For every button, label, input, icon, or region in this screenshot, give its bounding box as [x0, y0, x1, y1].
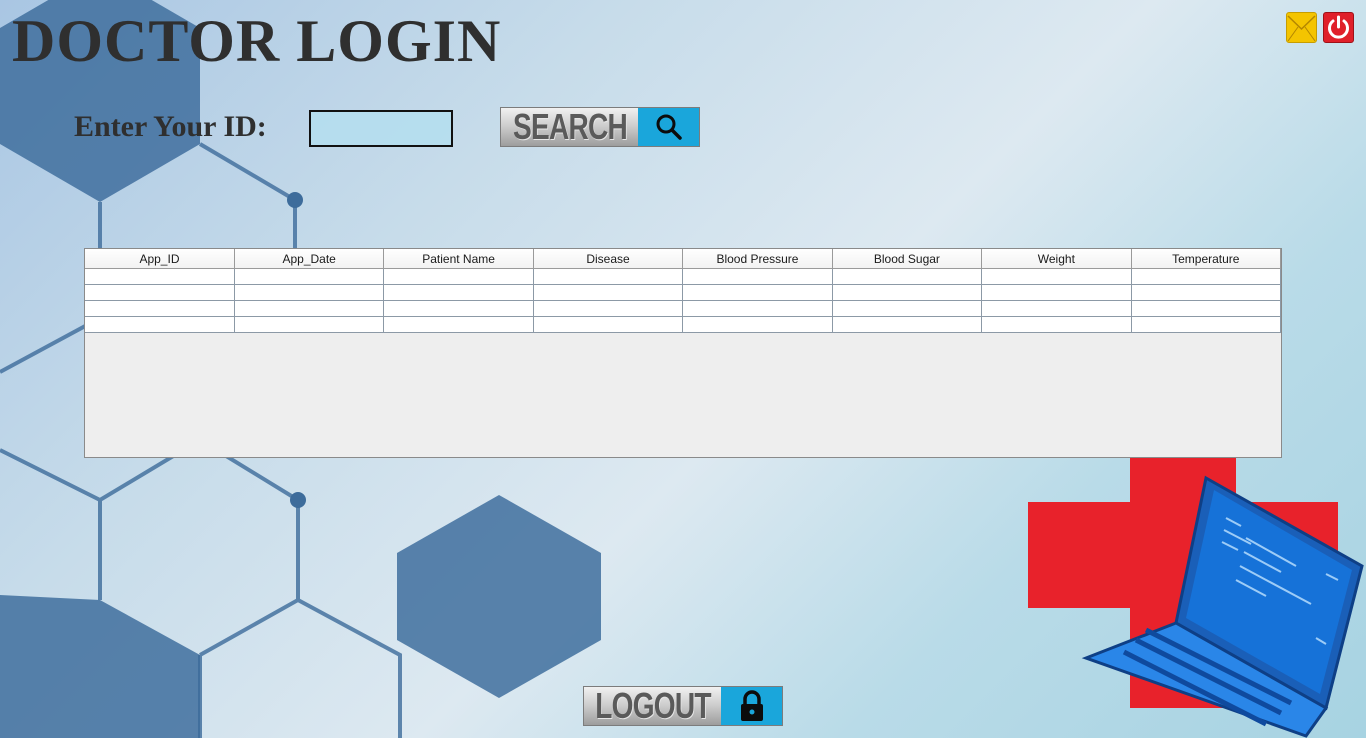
table-cell[interactable] [234, 300, 385, 317]
column-header[interactable]: App_Date [234, 249, 385, 269]
search-icon [638, 108, 699, 146]
appointments-table[interactable]: App_ID App_Date Patient Name Disease Blo… [84, 248, 1282, 458]
search-button-label-area: SEARCH [501, 106, 638, 147]
table-row[interactable] [85, 284, 1282, 301]
search-button-label: SEARCH [512, 106, 628, 147]
column-header[interactable]: Blood Sugar [832, 249, 983, 269]
table-cell[interactable] [832, 300, 983, 317]
logout-button-label-area: LOGOUT [584, 685, 721, 726]
table-cell[interactable] [85, 316, 235, 333]
lock-icon [721, 687, 782, 725]
logout-button[interactable]: LOGOUT [583, 685, 783, 726]
table-cell[interactable] [234, 316, 385, 333]
table-cell[interactable] [234, 284, 385, 301]
column-header[interactable]: Weight [981, 249, 1132, 269]
column-header[interactable]: App_ID [85, 249, 235, 269]
table-cell[interactable] [832, 316, 983, 333]
table-cell[interactable] [682, 268, 833, 285]
table-cell[interactable] [533, 300, 684, 317]
column-header[interactable]: Patient Name [383, 249, 534, 269]
table-cell[interactable] [533, 316, 684, 333]
table-cell[interactable] [383, 284, 534, 301]
table-cell[interactable] [981, 284, 1132, 301]
power-icon[interactable] [1323, 12, 1354, 43]
table-cell[interactable] [383, 300, 534, 317]
table-row[interactable] [85, 316, 1282, 333]
table-cell[interactable] [533, 268, 684, 285]
column-header[interactable]: Blood Pressure [682, 249, 833, 269]
table-cell[interactable] [1131, 300, 1282, 317]
id-input[interactable] [309, 110, 453, 147]
table-header-row: App_ID App_Date Patient Name Disease Blo… [85, 249, 1282, 269]
table-cell[interactable] [981, 316, 1132, 333]
logout-button-label: LOGOUT [594, 685, 711, 726]
page-title: DOCTOR LOGIN [12, 8, 502, 74]
table-cell[interactable] [85, 268, 235, 285]
table-cell[interactable] [832, 268, 983, 285]
search-button[interactable]: SEARCH [500, 106, 700, 147]
table-cell[interactable] [981, 300, 1132, 317]
table-cell[interactable] [832, 284, 983, 301]
mail-icon[interactable] [1286, 12, 1317, 43]
table-cell[interactable] [533, 284, 684, 301]
table-cell[interactable] [1131, 284, 1282, 301]
id-label: Enter Your ID: [74, 110, 267, 143]
table-cell[interactable] [1131, 316, 1282, 333]
medical-laptop-illustration [1028, 458, 1364, 738]
table-row[interactable] [85, 300, 1282, 317]
table-row[interactable] [85, 268, 1282, 285]
table-cell[interactable] [85, 284, 235, 301]
column-header[interactable]: Disease [533, 249, 684, 269]
table-cell[interactable] [682, 284, 833, 301]
table-cell[interactable] [981, 268, 1132, 285]
table-cell[interactable] [383, 268, 534, 285]
table-cell[interactable] [682, 300, 833, 317]
table-cell[interactable] [682, 316, 833, 333]
table-cell[interactable] [234, 268, 385, 285]
table-cell[interactable] [1131, 268, 1282, 285]
table-cell[interactable] [383, 316, 534, 333]
table-cell[interactable] [85, 300, 235, 317]
column-header[interactable]: Temperature [1131, 249, 1282, 269]
